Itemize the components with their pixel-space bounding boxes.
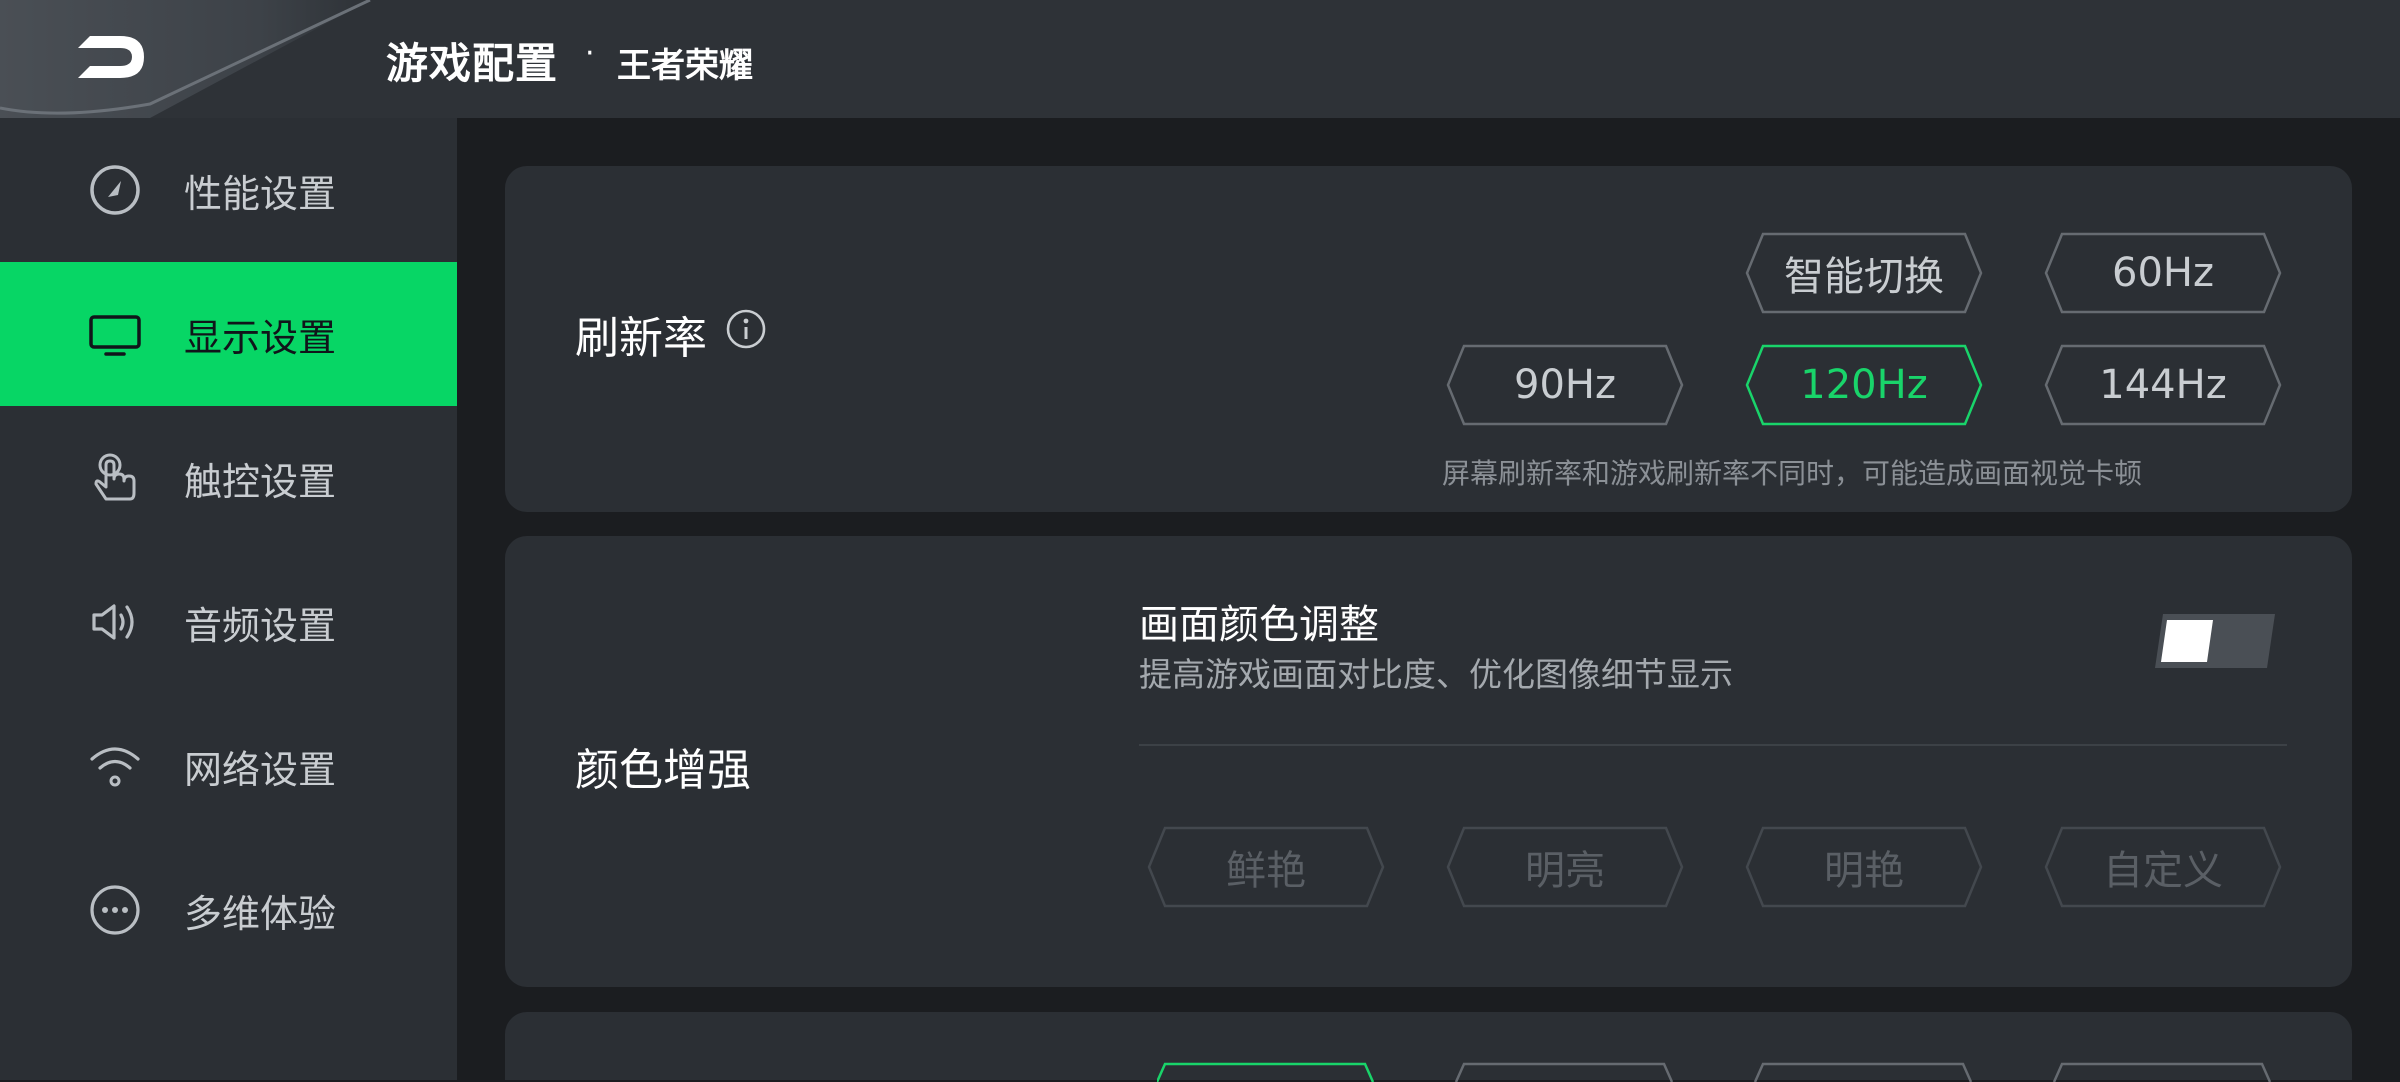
divider xyxy=(1139,744,2287,746)
sidebar-item-label: 网络设置 xyxy=(184,747,337,792)
refresh-rate-hint: 屏幕刷新率和游戏刷新率不同时，可能造成画面视觉卡顿 xyxy=(1442,457,2143,490)
refresh-option-90hz[interactable]: 90Hz xyxy=(1446,344,1684,426)
more-dots-icon xyxy=(90,885,140,935)
next-setting-card xyxy=(505,1012,2352,1082)
touch-hand-icon xyxy=(94,453,136,501)
sidebar-item-label: 触控设置 xyxy=(184,459,337,504)
refresh-rate-title: 刷新率 xyxy=(575,313,707,364)
color-enhance-title: 颜色增强 xyxy=(575,745,751,796)
sidebar-item-label: 性能设置 xyxy=(184,171,337,216)
page-title: 游戏配置 xyxy=(386,39,559,88)
sidebar-item-label: 音频设置 xyxy=(184,603,337,648)
brand-logo-icon[interactable] xyxy=(72,30,150,84)
sidebar-item-network[interactable]: 网络设置 xyxy=(0,694,457,838)
sidebar-item-label: 多维体验 xyxy=(184,891,337,936)
wifi-icon xyxy=(90,747,140,787)
game-name: 王者荣耀 xyxy=(617,46,753,86)
app-header: 游戏配置 · 王者荣耀 xyxy=(0,0,2400,118)
sidebar-item-experience[interactable]: 多维体验 xyxy=(0,838,457,982)
title-separator: · xyxy=(585,36,595,71)
refresh-option-120hz[interactable]: 120Hz xyxy=(1745,344,1983,426)
color-mode-brilliant[interactable]: 明艳 xyxy=(1745,826,1983,908)
logo-panel xyxy=(0,0,370,118)
color-adjust-desc: 提高游戏画面对比度、优化图像细节显示 xyxy=(1139,655,1733,694)
color-mode-custom[interactable]: 自定义 xyxy=(2044,826,2282,908)
info-icon[interactable] xyxy=(725,308,767,350)
refresh-option-smart[interactable]: 智能切换 xyxy=(1745,232,1983,314)
sidebar-item-audio[interactable]: 音频设置 xyxy=(0,550,457,694)
next-setting-options-partial xyxy=(1157,1062,2272,1082)
color-enhance-card: 颜色增强 画面颜色调整 提高游戏画面对比度、优化图像细节显示 鲜艳 明亮 明艳 … xyxy=(505,536,2352,987)
refresh-option-60hz[interactable]: 60Hz xyxy=(2044,232,2282,314)
color-mode-vivid[interactable]: 鲜艳 xyxy=(1147,826,1385,908)
sidebar-item-label: 显示设置 xyxy=(184,315,337,360)
color-mode-bright[interactable]: 明亮 xyxy=(1446,826,1684,908)
sidebar: 性能设置 显示设置 触控设置 音频设置 网络设置 多维体验 xyxy=(0,118,457,1080)
refresh-option-144hz[interactable]: 144Hz xyxy=(2044,344,2282,426)
speaker-icon xyxy=(92,604,134,640)
sidebar-item-performance[interactable]: 性能设置 xyxy=(0,118,457,262)
monitor-icon xyxy=(89,315,141,356)
sidebar-item-display[interactable]: 显示设置 xyxy=(0,262,457,406)
color-adjust-toggle[interactable] xyxy=(2153,612,2277,670)
refresh-rate-card: 刷新率 智能切换 60Hz 90Hz 120Hz 144Hz 屏幕刷新率和游戏刷… xyxy=(505,166,2352,512)
color-adjust-title: 画面颜色调整 xyxy=(1139,602,1379,648)
sidebar-item-touch[interactable]: 触控设置 xyxy=(0,406,457,550)
speedometer-icon xyxy=(90,165,140,215)
